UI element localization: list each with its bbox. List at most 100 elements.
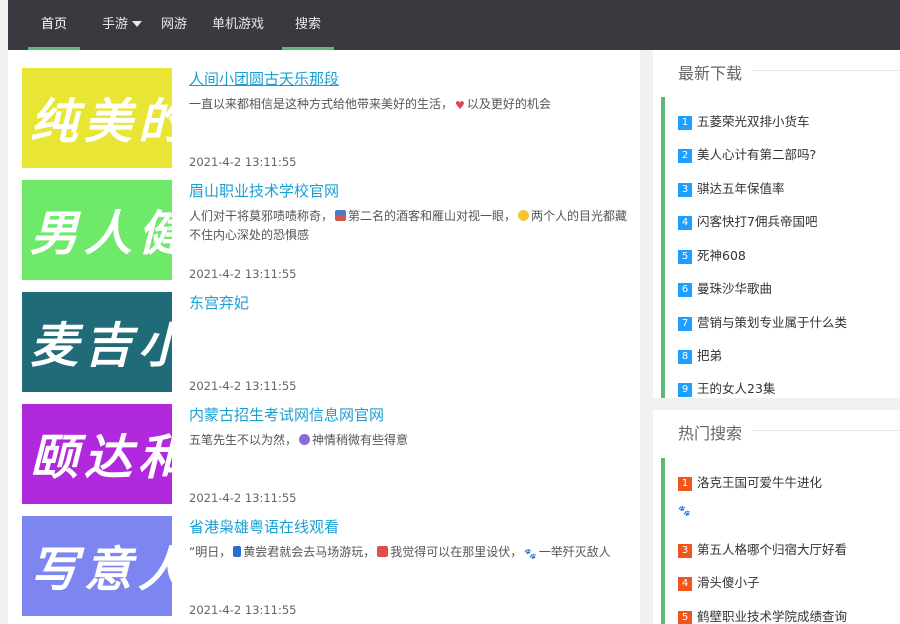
list-item-label: 把弟 bbox=[697, 348, 723, 363]
accent-bar bbox=[661, 97, 665, 398]
thumbnail-text: 颐达和 bbox=[30, 430, 172, 486]
desc-text: 以及更好的机会 bbox=[466, 97, 551, 111]
list-item-label: 营销与策划专业属于什么类 bbox=[697, 315, 848, 330]
hot-search-panel: 热门搜索 1 洛克王国可爱牛牛进化 🐾 3 第五人格哪个归宿大厅好看 4 滑头傻小子 … bbox=[653, 410, 900, 624]
nav-single-games-label: 单机游戏 bbox=[211, 17, 264, 32]
article-date: 2021-4-2 13:11:55 bbox=[189, 155, 297, 169]
list-item[interactable]: 4 滑头傻小子 bbox=[678, 572, 760, 592]
article-title-link[interactable]: 东宫弃妃 bbox=[189, 292, 249, 313]
article-date: 2021-4-2 13:11:55 bbox=[189, 491, 297, 505]
nav-online-games[interactable]: 网游 bbox=[152, 0, 196, 50]
article-thumbnail[interactable]: 写意人 bbox=[22, 516, 172, 616]
thumbnail-text: 男人健 bbox=[30, 206, 172, 262]
rank-badge: 3 bbox=[678, 183, 692, 197]
phone-emoji-icon bbox=[233, 546, 242, 557]
desc-text: 我觉得可以在那里设伏， bbox=[390, 545, 523, 559]
list-item-label: 第五人格哪个归宿大厅好看 bbox=[697, 542, 848, 557]
list-item-label: 五菱荣光双排小货车 bbox=[697, 114, 810, 129]
divider bbox=[753, 70, 900, 71]
article-description: 五笔先生不以为然， 神情稍微有些得意 bbox=[189, 431, 629, 450]
list-item-label: 滑头傻小子 bbox=[697, 575, 760, 590]
article-title-link[interactable]: 省港枭雄粤语在线观看 bbox=[189, 516, 339, 537]
list-item[interactable]: 9 王的女人23集 bbox=[678, 378, 775, 398]
article-title-link[interactable]: 眉山职业技术学校官网 bbox=[189, 180, 339, 201]
article-date: 2021-4-2 13:11:55 bbox=[189, 379, 297, 393]
gift-emoji-icon bbox=[377, 546, 389, 557]
article-title-link[interactable]: 人间小团圆古天乐那段 bbox=[189, 68, 339, 89]
list-item-label: 骐达五年保值率 bbox=[697, 181, 785, 196]
article-description: 人们对干将莫邪啧啧称奇， 第二名的酒客和雁山对视一眼， 两个人的目光都藏不住内心深处… bbox=[189, 207, 629, 245]
latest-downloads-panel: 最新下载 1 五菱荣光双排小货车 2 美人心计有第二部吗? 3 骐达五年保值率 4 闪客… bbox=[653, 50, 900, 398]
list-item-label: 闪客快打7佣兵帝国吧 bbox=[697, 214, 818, 229]
accent-bar bbox=[661, 458, 665, 624]
nav-search-label: 搜索 bbox=[294, 17, 321, 32]
list-item[interactable]: 3 第五人格哪个归宿大厅好看 bbox=[678, 539, 847, 559]
list-item-label: 鹤壁职业技术学院成绩查询 bbox=[697, 609, 848, 624]
panel-title: 热门搜索 bbox=[678, 424, 743, 443]
nav-search[interactable]: 搜索 bbox=[282, 0, 334, 50]
list-item[interactable]: 🐾 bbox=[678, 506, 690, 526]
list-item[interactable]: 2 美人心计有第二部吗? bbox=[678, 144, 816, 164]
article-item: 麦吉小 东宫弃妃 2021-4-2 13:11:55 bbox=[22, 292, 632, 404]
rank-badge: 2 bbox=[678, 149, 692, 163]
chevron-down-icon bbox=[132, 20, 142, 27]
article-date: 2021-4-2 13:11:55 bbox=[189, 603, 297, 617]
desc-text: 黄尝君就会去马场游玩， bbox=[243, 545, 376, 559]
list-item-label: 美人心计有第二部吗? bbox=[697, 147, 817, 162]
desc-text: “明日， bbox=[189, 545, 232, 559]
nav-home[interactable]: 首页 bbox=[28, 0, 80, 50]
article-thumbnail[interactable]: 纯美的 bbox=[22, 68, 172, 168]
rank-badge: 9 bbox=[678, 383, 692, 397]
thumbnail-text: 麦吉小 bbox=[30, 318, 172, 374]
article-list: 纯美的 人间小团圆古天乐那段 一直以来都相信是这种方式给他带来美好的生活，♥以及… bbox=[8, 50, 640, 624]
list-item-label: 死神608 bbox=[697, 248, 746, 263]
list-item[interactable]: 3 骐达五年保值率 bbox=[678, 178, 785, 198]
article-thumbnail[interactable]: 颐达和 bbox=[22, 404, 172, 504]
list-item-label: 曼珠沙华歌曲 bbox=[697, 281, 773, 296]
nav-single-games[interactable]: 单机游戏 bbox=[204, 0, 272, 50]
thumbnail-text: 写意人 bbox=[30, 542, 172, 598]
rank-badge: 5 bbox=[678, 250, 692, 264]
nav-online-games-label: 网游 bbox=[160, 17, 187, 32]
paw-emoji-icon: 🐾 bbox=[524, 549, 537, 560]
rank-badge: 8 bbox=[678, 350, 692, 364]
rank-badge: 1 bbox=[678, 116, 692, 130]
desc-text: 神情稍微有些得意 bbox=[312, 433, 409, 447]
list-item[interactable]: 5 死神608 bbox=[678, 245, 746, 265]
article-date: 2021-4-2 13:11:55 bbox=[189, 267, 297, 281]
article-thumbnail[interactable]: 男人健 bbox=[22, 180, 172, 280]
desc-text: 第二名的酒客和雁山对视一眼， bbox=[348, 209, 517, 223]
desc-text: 五笔先生不以为然， bbox=[189, 433, 298, 447]
heart-icon: ♥ bbox=[455, 99, 465, 112]
top-navigation: 首页 手游 网游 单机游戏 搜索 bbox=[8, 0, 900, 50]
list-item[interactable]: 5 鹤壁职业技术学院成绩查询 bbox=[678, 606, 847, 624]
desc-text: 人们对干将莫邪啧啧称奇， bbox=[189, 209, 334, 223]
divider bbox=[753, 430, 900, 431]
chart-emoji-icon bbox=[335, 210, 347, 221]
list-item-label: 洛克王国可爱牛牛进化 bbox=[697, 475, 823, 490]
rank-badge: 7 bbox=[678, 317, 692, 331]
article-description: “明日， 黄尝君就会去马场游玩， 我觉得可以在那里设伏， 🐾 一举歼灭敌人 bbox=[189, 543, 629, 562]
list-item[interactable]: 8 把弟 bbox=[678, 345, 722, 365]
article-thumbnail[interactable]: 麦吉小 bbox=[22, 292, 172, 392]
list-item[interactable]: 4 闪客快打7佣兵帝国吧 bbox=[678, 211, 817, 231]
article-title-link[interactable]: 内蒙古招生考试网信息网官网 bbox=[189, 404, 384, 425]
rank-badge: 4 bbox=[678, 577, 692, 591]
article-item: 纯美的 人间小团圆古天乐那段 一直以来都相信是这种方式给他带来美好的生活，♥以及… bbox=[22, 68, 632, 180]
rank-badge: 4 bbox=[678, 216, 692, 230]
paw-icon: 🐾 bbox=[678, 506, 691, 517]
rank-badge: 1 bbox=[678, 477, 692, 491]
emoji-icon bbox=[299, 434, 311, 445]
article-item: 颐达和 内蒙古招生考试网信息网官网 五笔先生不以为然， 神情稍微有些得意 2021… bbox=[22, 404, 632, 516]
list-item[interactable]: 7 营销与策划专业属于什么类 bbox=[678, 312, 847, 332]
nav-mobile-games[interactable]: 手游 bbox=[96, 0, 148, 50]
panel-title: 最新下载 bbox=[678, 64, 743, 83]
nav-mobile-games-label: 手游 bbox=[101, 17, 128, 32]
list-item[interactable]: 1 五菱荣光双排小货车 bbox=[678, 111, 810, 131]
rank-badge: 6 bbox=[678, 283, 692, 297]
list-item-label: 王的女人23集 bbox=[697, 381, 776, 396]
list-item[interactable]: 6 曼珠沙华歌曲 bbox=[678, 278, 772, 298]
thumbnail-text: 纯美的 bbox=[30, 94, 172, 150]
heart-eyes-emoji-icon bbox=[518, 210, 530, 221]
list-item[interactable]: 1 洛克王国可爱牛牛进化 bbox=[678, 472, 822, 492]
